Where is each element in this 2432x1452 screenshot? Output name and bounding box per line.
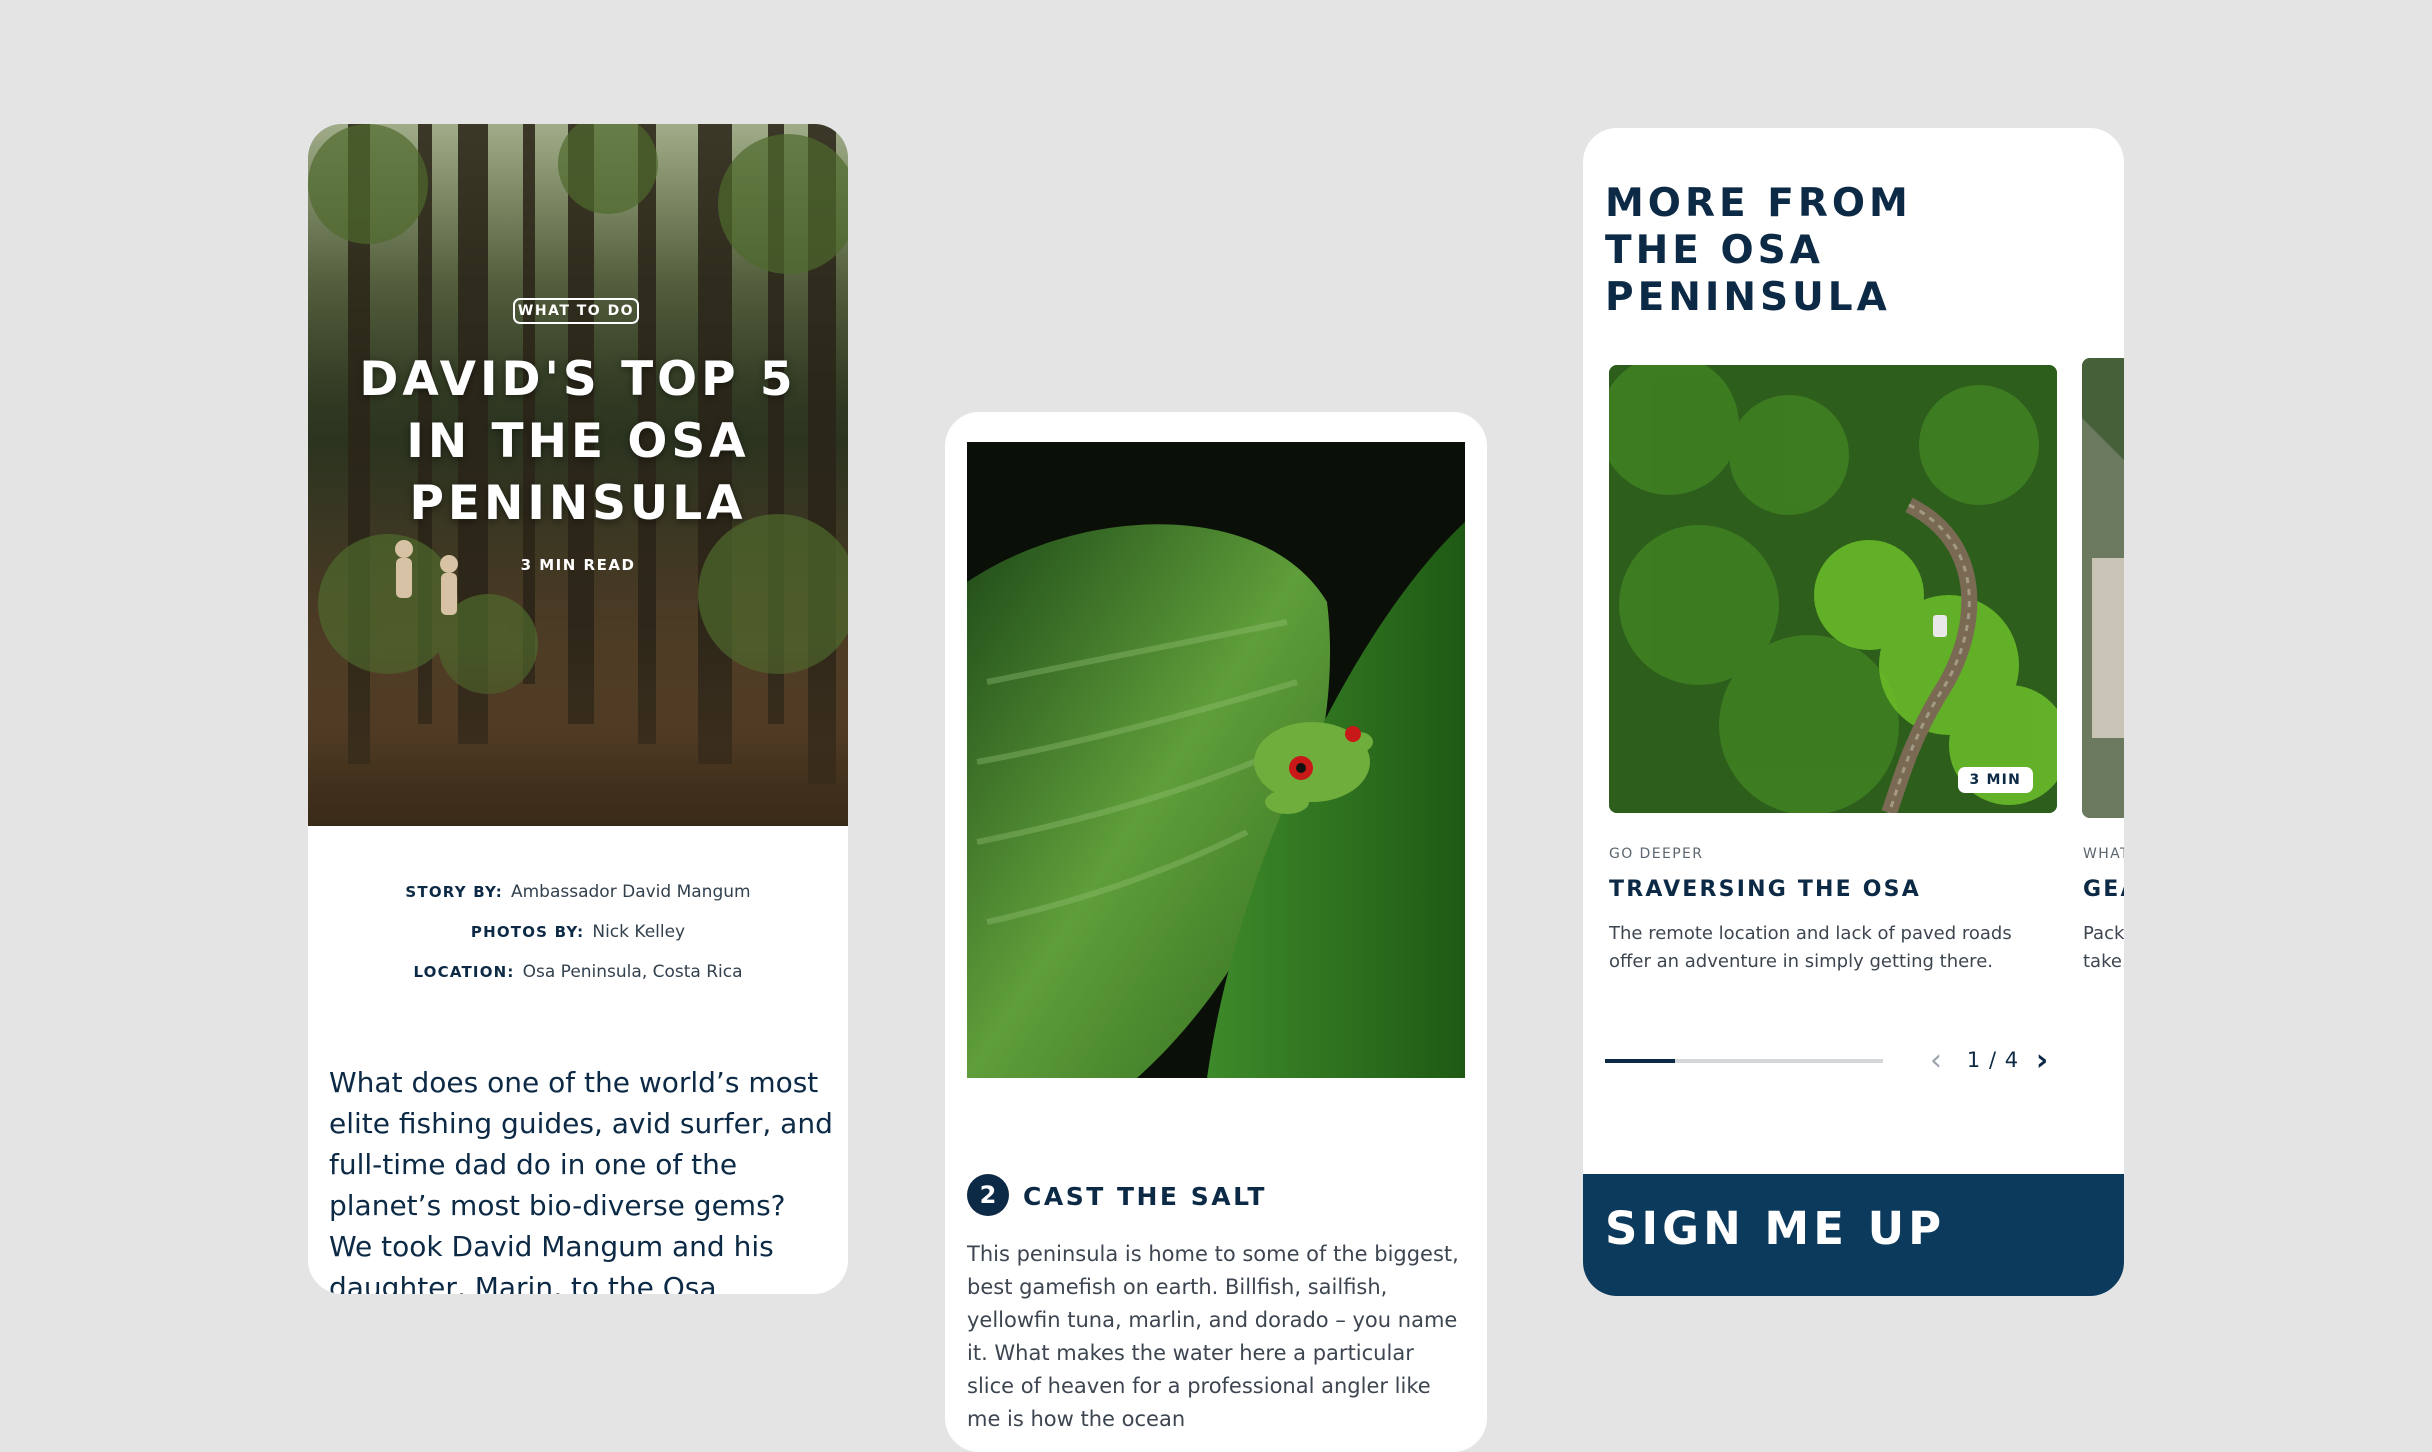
carousel-next-slide-peek[interactable] xyxy=(2082,358,2124,818)
next-slide-kicker: WHAT xyxy=(2083,846,2124,862)
next-slide-description: Pack take. xyxy=(2083,923,2124,972)
slide-title[interactable]: TRAVERSING THE OSA xyxy=(1609,877,1921,902)
category-tag[interactable]: WHAT TO DO xyxy=(513,298,639,324)
duration-badge: 3 MIN xyxy=(1957,767,2033,793)
frog-photo xyxy=(967,442,1465,1078)
credit-story: STORY BY: Ambassador David Mangum xyxy=(308,882,848,922)
article-title: DAVID'S TOP 5 IN THE OSA PENINSULA xyxy=(359,352,797,531)
chevron-left-icon[interactable]: ‹ xyxy=(1921,1046,1951,1076)
tree-frog-image xyxy=(967,522,1465,1078)
credit-key: STORY BY: xyxy=(405,883,503,901)
credit-value: Osa Peninsula, Costa Rica xyxy=(522,962,743,982)
signup-button-label[interactable]: SIGN ME UP xyxy=(1605,1202,1945,1255)
article-credits: STORY BY: Ambassador David Mangum PHOTOS… xyxy=(308,882,848,1002)
chevron-right-icon[interactable]: › xyxy=(2027,1046,2057,1076)
step-body: This peninsula is home to some of the bi… xyxy=(967,1242,1459,1431)
read-time: 3 MIN READ xyxy=(520,556,636,574)
hero-image: WHAT TO DO DAVID'S TOP 5 IN THE OSA PENI… xyxy=(308,124,848,826)
article-intro: What does one of the world’s most elite … xyxy=(329,1066,833,1294)
step-title: CAST THE SALT xyxy=(1023,1182,1267,1211)
step-card: 2 CAST THE SALT This peninsula is home t… xyxy=(945,412,1487,1452)
carousel-page-count: 1 / 4 xyxy=(1966,1048,2020,1072)
carousel-progress-bar xyxy=(1605,1059,1883,1063)
signup-banner[interactable]: SIGN ME UP xyxy=(1583,1174,2124,1296)
credit-value: Nick Kelley xyxy=(592,922,686,942)
slide-description: The remote location and lack of paved ro… xyxy=(1609,923,2012,972)
credit-key: LOCATION: xyxy=(413,963,515,981)
more-title: MORE FROM THE OSA PENINSULA xyxy=(1605,181,1912,320)
next-slide-image xyxy=(2082,358,2124,818)
step-number-badge: 2 xyxy=(967,1174,1009,1216)
credit-key: PHOTOS BY: xyxy=(470,923,585,941)
next-slide-title[interactable]: GEA xyxy=(2083,877,2124,902)
more-card: MORE FROM THE OSA PENINSULA 3 MIN GO DEE… xyxy=(1583,128,2124,1296)
credit-photos: PHOTOS BY: Nick Kelley xyxy=(308,922,848,962)
credit-location: LOCATION: Osa Peninsula, Costa Rica xyxy=(308,962,848,1002)
article-card: WHAT TO DO DAVID'S TOP 5 IN THE OSA PENI… xyxy=(308,124,848,1294)
aerial-road-image xyxy=(1609,365,2057,813)
slide-kicker: GO DEEPER xyxy=(1609,846,1704,862)
carousel-slide-image[interactable]: 3 MIN xyxy=(1609,365,2057,813)
credit-value: Ambassador David Mangum xyxy=(510,882,751,902)
carousel-progress-fill xyxy=(1605,1059,1675,1063)
